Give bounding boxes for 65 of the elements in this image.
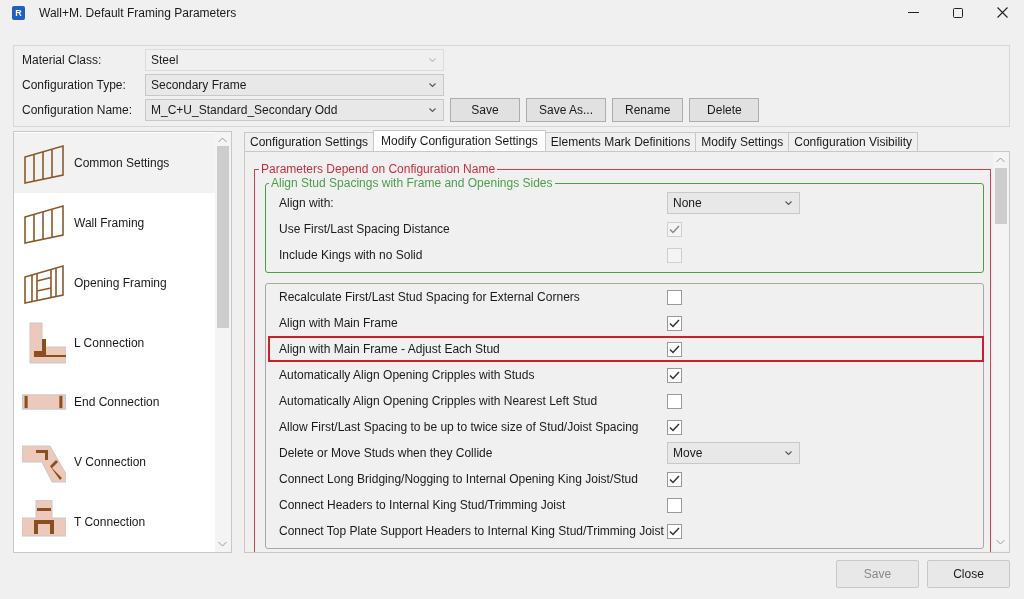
field-label: Configuration Name:	[22, 103, 134, 117]
dropdown[interactable]: Secondary Frame	[145, 74, 444, 96]
scroll-thumb[interactable]	[217, 146, 229, 328]
setting-label: Recalculate First/Last Stud Spacing for External Corners	[279, 290, 581, 304]
end-joint-icon	[22, 394, 66, 411]
dropdown[interactable]: None	[667, 192, 800, 214]
scrollbar[interactable]	[215, 132, 231, 552]
header-button[interactable]: Rename	[612, 98, 684, 122]
checkbox[interactable]	[667, 289, 682, 305]
app-icon: R	[12, 5, 25, 20]
setting-label: Use First/Last Spacing Distance	[279, 222, 451, 236]
group-title: Align Stud Spacings with Frame and Openings Sides	[270, 176, 554, 190]
caret-icon	[429, 107, 436, 113]
window-title: Wall+M. Default Framing Parameters	[39, 5, 237, 20]
caret-icon	[429, 57, 436, 63]
checkbox[interactable]	[667, 471, 682, 487]
setting-label: Delete or Move Studs when they Collide	[279, 446, 494, 460]
header-button[interactable]: Save As...	[526, 98, 607, 122]
setting-label: Align with Main Frame	[279, 316, 399, 330]
checkbox[interactable]	[667, 315, 682, 331]
maximize-icon[interactable]	[953, 7, 963, 18]
setting-label: Align with:	[279, 196, 335, 210]
close-icon[interactable]	[997, 7, 1008, 18]
field-label: Configuration Type:	[22, 78, 127, 92]
sidebar-item[interactable]: Opening Framing	[14, 252, 215, 313]
checkbox[interactable]	[667, 341, 682, 357]
tab[interactable]: Configuration Visibility	[788, 132, 919, 151]
caret-icon	[785, 450, 792, 456]
scroll-down-icon[interactable]	[996, 539, 1005, 545]
checkbox[interactable]	[667, 523, 682, 539]
sidebar-item[interactable]: Common Settings	[14, 133, 215, 193]
setting-label: Connect Long Bridging/Nogging to Internal Opening King Joist/Stud	[279, 472, 639, 486]
sidebar-item[interactable]: T Connection	[14, 492, 215, 552]
scroll-up-icon[interactable]	[996, 157, 1005, 163]
setting-label: Allow First/Last Spacing to be up to twice size of Stud/Joist Spacing	[279, 420, 640, 434]
sidebar-item[interactable]: End Connection	[14, 372, 215, 433]
caret-icon	[429, 82, 436, 88]
header-button[interactable]: Delete	[689, 98, 760, 122]
checkbox[interactable]	[667, 419, 682, 435]
checkbox[interactable]	[667, 393, 682, 409]
setting-label: Automatically Align Opening Cripples with Studs	[279, 368, 536, 382]
checkbox[interactable]	[667, 367, 682, 383]
setting-label: Align with Main Frame - Adjust Each Stud	[279, 342, 501, 356]
setting-label: Connect Headers to Internal King Stud/Trimming Joist	[279, 498, 567, 512]
tab[interactable]: Modify Settings	[695, 132, 790, 151]
setting-label: Connect Top Plate Support Headers to Internal King Stud/Trimming Joist	[279, 524, 665, 538]
scroll-thumb[interactable]	[995, 168, 1007, 224]
scrollbar[interactable]	[993, 152, 1009, 550]
group-title: Parameters Depend on Configuration Name	[260, 162, 497, 176]
dropdown[interactable]: M_C+U_Standard_Secondary Odd	[145, 99, 444, 121]
dropdown[interactable]: Move	[667, 442, 800, 464]
sidebar-item[interactable]: Wall Framing	[14, 192, 215, 253]
scroll-down-icon[interactable]	[218, 541, 227, 547]
sidebar-item[interactable]: V Connection	[14, 432, 215, 493]
caret-icon	[785, 200, 792, 206]
tab[interactable]: Configuration Settings	[244, 132, 375, 151]
tab[interactable]: Modify Configuration Settings	[373, 130, 546, 151]
setting-label: Automatically Align Opening Cripples with Nearest Left Stud	[279, 394, 599, 408]
footer-button[interactable]: Close	[927, 560, 1010, 588]
sidebar-item[interactable]: L Connection	[14, 312, 215, 373]
field-label: Material Class:	[22, 53, 103, 67]
scroll-up-icon[interactable]	[218, 137, 227, 143]
checkbox[interactable]	[667, 497, 682, 513]
header-button[interactable]: Save	[450, 98, 520, 122]
setting-label: Include Kings with no Solid	[279, 248, 424, 262]
